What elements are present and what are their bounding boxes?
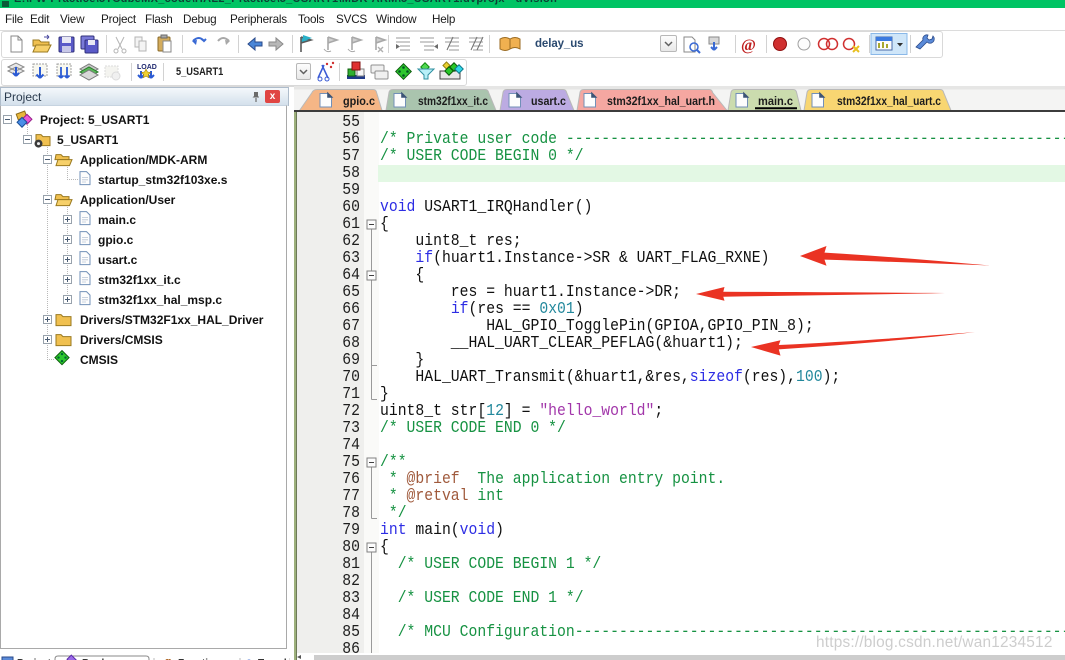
svg-text:stm32f1xx_hal_uart.c: stm32f1xx_hal_uart.c (837, 94, 941, 108)
svg-text:stm32f1xx_it.c: stm32f1xx_it.c (418, 94, 488, 108)
svg-text:@: @ (741, 37, 756, 54)
svg-text:stm32f1xx_hal_uart.h: stm32f1xx_hal_uart.h (607, 94, 715, 108)
svg-text:main.c: main.c (758, 94, 793, 108)
svg-text:gpio.c: gpio.c (343, 94, 375, 108)
svg-text:LOAD: LOAD (137, 64, 157, 71)
svg-text:usart.c: usart.c (531, 94, 566, 108)
